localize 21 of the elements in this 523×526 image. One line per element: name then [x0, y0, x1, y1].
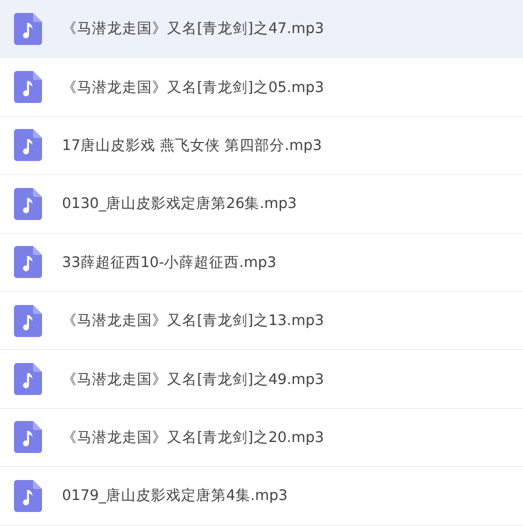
file-row[interactable]: 33薛超征西10-小薛超征西.mp3	[0, 234, 523, 292]
file-row[interactable]: 《马潜龙走国》又名[青龙剑]之20.mp3	[0, 408, 523, 468]
file-name: 17唐山皮影戏 燕飞女侠 第四部分.mp3	[62, 136, 322, 155]
music-file-icon	[14, 480, 42, 512]
music-file-icon	[14, 421, 42, 454]
music-file-icon	[14, 71, 42, 104]
music-file-icon	[14, 188, 42, 220]
file-name: 33薛超征西10-小薛超征西.mp3	[62, 254, 276, 272]
file-name: 《马潜龙走国》又名[青龙剑]之05.mp3	[62, 78, 324, 97]
file-name: 0179_唐山皮影戏定唐第4集.mp3	[62, 486, 288, 506]
music-file-icon	[14, 12, 42, 45]
file-name: 《马潜龙走国》又名[青龙剑]之13.mp3	[62, 312, 324, 330]
music-file-icon	[14, 129, 42, 162]
file-name: 0130_唐山皮影戏定唐第26集.mp3	[62, 194, 297, 214]
file-name: 《马潜龙走国》又名[青龙剑]之20.mp3	[62, 428, 324, 447]
file-name: 《马潜龙走国》又名[青龙剑]之49.mp3	[62, 370, 324, 389]
music-file-icon	[14, 363, 42, 396]
file-name: 《马潜龙走国》又名[青龙剑]之47.mp3	[62, 20, 324, 38]
music-file-icon	[14, 246, 42, 278]
music-file-icon	[14, 304, 42, 337]
file-row[interactable]: 《马潜龙走国》又名[青龙剑]之47.mp3	[0, 0, 523, 58]
